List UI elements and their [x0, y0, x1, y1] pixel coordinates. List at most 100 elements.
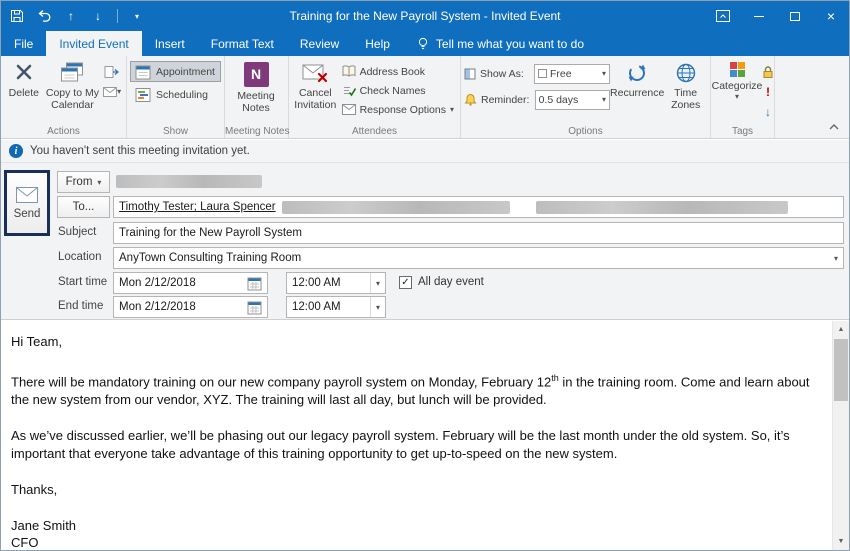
message-body-area[interactable]: Hi Team, There will be mandatory trainin… [1, 319, 849, 550]
undo-button[interactable] [36, 6, 52, 26]
show-as-label: Show As: [480, 67, 524, 80]
body-paragraph: As we’ve discussed earlier, we’ll be pha… [11, 428, 790, 462]
infobar-message: You haven't sent this meeting invitation… [30, 145, 250, 157]
end-time-dropdown[interactable]: 12:00 AM ▾ [286, 296, 386, 318]
delete-icon [14, 62, 34, 84]
meeting-notes-label: Meeting Notes [237, 90, 275, 115]
ribbon-display-options-button[interactable] [705, 1, 741, 31]
customize-quick-access-button[interactable]: ▾ [129, 6, 145, 26]
to-button[interactable]: To... [57, 196, 110, 218]
vertical-scrollbar[interactable]: ▲ ▼ [832, 321, 849, 550]
chevron-down-icon: ▾ [734, 92, 739, 102]
next-item-button[interactable]: ↓ [90, 6, 106, 26]
send-button[interactable]: Send [4, 170, 50, 236]
from-label: From [65, 176, 93, 188]
lock-icon [762, 65, 774, 79]
tab-review[interactable]: Review [287, 31, 352, 56]
chevron-down-icon[interactable]: ▾ [370, 273, 385, 293]
start-date-field[interactable]: Mon 2/12/2018 [113, 272, 268, 294]
to-field[interactable]: Timothy Tester; Laura Spencer [113, 196, 844, 218]
time-zones-label: Time Zones [671, 87, 701, 112]
cancel-invitation-button[interactable]: Cancel Invitation [292, 59, 339, 123]
response-options-button[interactable]: Response Options ▾ [339, 100, 457, 119]
tell-me-label: Tell me what you want to do [435, 36, 584, 51]
location-value: AnyTown Consulting Training Room [119, 252, 302, 264]
check-names-button[interactable]: Check Names [339, 81, 457, 100]
close-icon: × [826, 8, 836, 24]
mail-icon [103, 86, 118, 97]
ribbon: Delete Copy to My Calendar ▾ Actions App… [1, 56, 849, 139]
maximize-button[interactable] [777, 1, 813, 31]
to-label: To... [72, 201, 95, 213]
scroll-up-button[interactable]: ▲ [833, 321, 849, 338]
recurrence-button[interactable]: Recurrence [610, 59, 664, 123]
to-recipients: Timothy Tester; Laura Spencer [119, 201, 276, 213]
location-dropdown-icon[interactable]: ▾ [834, 254, 838, 263]
previous-item-icon: ↑ [68, 9, 74, 23]
low-importance-icon: ↓ [765, 104, 771, 119]
location-field[interactable]: AnyTown Consulting Training Room ▾ [113, 247, 844, 269]
globe-icon [675, 62, 697, 84]
free-status-icon [538, 69, 547, 78]
to-recipient-redacted [535, 200, 788, 214]
forward-button[interactable] [103, 63, 121, 80]
save-button[interactable] [9, 6, 25, 26]
end-time-label: End time [58, 300, 104, 312]
response-options-icon [341, 104, 356, 115]
tab-insert[interactable]: Insert [142, 31, 198, 56]
copy-to-my-calendar-button[interactable]: Copy to My Calendar [44, 59, 102, 123]
reminder-label: Reminder: [481, 93, 530, 106]
appointment-button[interactable]: Appointment [130, 61, 221, 82]
outlook-meeting-window: Training for the New Payroll System - In… [0, 0, 850, 551]
chevron-down-icon: ▾ [449, 105, 454, 114]
show-as-dropdown[interactable]: Free ▾ [534, 63, 610, 84]
chevron-down-icon: ▾ [117, 87, 122, 96]
collapse-ribbon-button[interactable] [826, 120, 842, 134]
ribbon-tab-strip: File Invited Event Insert Format Text Re… [1, 31, 849, 56]
categorize-button[interactable]: Categorize ▾ [712, 59, 762, 123]
signature-name: Jane Smith [11, 518, 77, 534]
scroll-down-button[interactable]: ▼ [833, 533, 849, 550]
scrollbar-thumb[interactable] [834, 339, 848, 401]
date-picker-icon[interactable] [247, 300, 262, 315]
date-picker-icon[interactable] [247, 276, 262, 291]
recurrence-icon [625, 62, 649, 84]
reminder-bell-icon [464, 93, 477, 106]
copy-calendar-icon [60, 62, 84, 84]
all-day-event-checkbox[interactable]: ✓ [399, 276, 412, 289]
delete-button[interactable]: Delete [4, 59, 44, 123]
window-controls: × [705, 1, 849, 31]
check-names-icon [342, 84, 356, 97]
chevron-up-icon [829, 124, 839, 130]
previous-item-button[interactable]: ↑ [63, 6, 79, 26]
scheduling-button[interactable]: Scheduling [130, 84, 221, 105]
qat-separator [117, 9, 118, 23]
tab-help[interactable]: Help [352, 31, 403, 56]
start-time-dropdown[interactable]: 12:00 AM ▾ [286, 272, 386, 294]
maximize-icon [790, 11, 800, 21]
ribbon-display-options-icon [716, 10, 730, 22]
subject-field[interactable]: Training for the New Payroll System [113, 222, 844, 244]
tab-invited-event[interactable]: Invited Event [46, 31, 142, 56]
more-actions-button[interactable]: ▾ [103, 83, 121, 100]
meeting-notes-button[interactable]: N Meeting Notes [228, 59, 284, 123]
next-item-icon: ↓ [95, 9, 101, 23]
from-button[interactable]: From ▾ [57, 171, 110, 193]
cancel-invitation-label: Cancel Invitation [294, 87, 337, 112]
tell-me-box[interactable]: Tell me what you want to do [417, 31, 584, 56]
address-book-button[interactable]: Address Book [339, 62, 457, 81]
time-zones-button[interactable]: Time Zones [664, 59, 707, 123]
reminder-dropdown[interactable]: 0.5 days ▾ [534, 89, 610, 110]
tab-format-text[interactable]: Format Text [198, 31, 287, 56]
chevron-down-icon: ▾ [97, 177, 102, 187]
end-date-field[interactable]: Mon 2/12/2018 [113, 296, 268, 318]
tab-file[interactable]: File [1, 31, 46, 56]
minimize-button[interactable] [741, 1, 777, 31]
close-button[interactable]: × [813, 1, 849, 31]
end-time-value: 12:00 AM [292, 301, 341, 313]
recurrence-label: Recurrence [610, 87, 665, 99]
chevron-down-icon[interactable]: ▾ [370, 297, 385, 317]
send-icon [16, 186, 38, 203]
ribbon-group-tags: Categorize ▾ ! ↓ Tags [711, 56, 775, 138]
show-as-icon [464, 68, 476, 80]
